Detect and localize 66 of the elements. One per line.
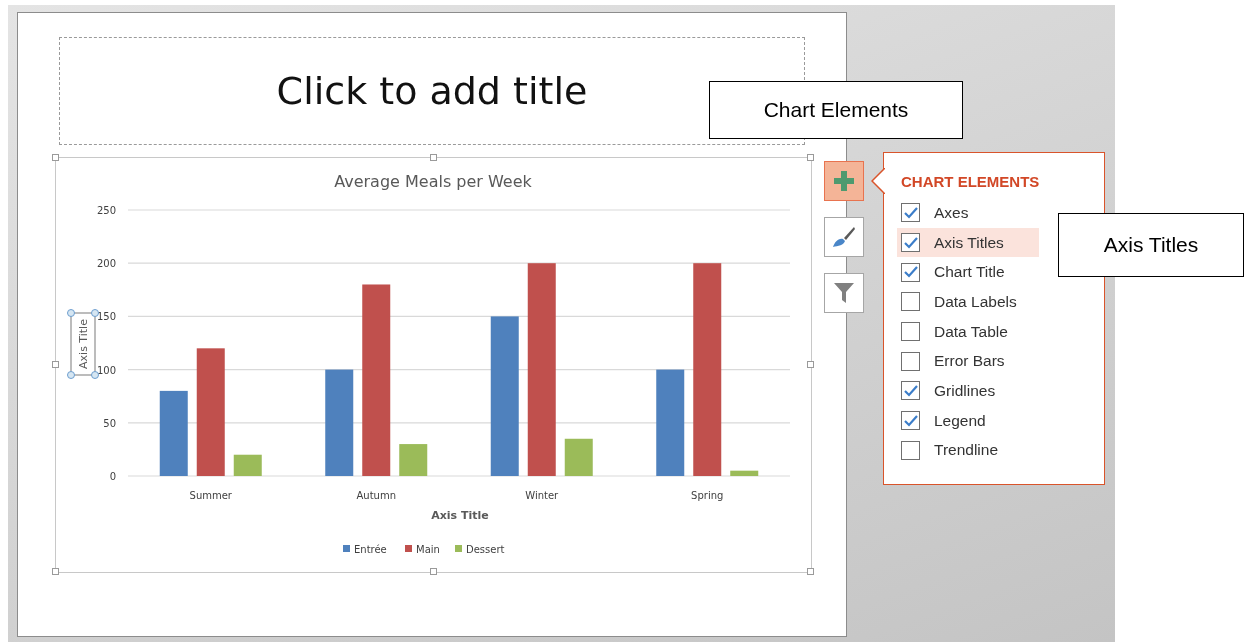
paintbrush-icon <box>832 226 856 248</box>
resize-handle[interactable] <box>807 568 814 575</box>
resize-handle[interactable] <box>52 154 59 161</box>
checkbox[interactable] <box>901 381 920 401</box>
panel-title: CHART ELEMENTS <box>901 173 1041 190</box>
element-option[interactable]: Trendline <box>897 435 1039 466</box>
resize-handle[interactable] <box>429 568 437 575</box>
option-label: Data Labels <box>934 292 1017 311</box>
category-label: Autumn <box>356 490 396 501</box>
legend-label: Entrée <box>354 544 387 555</box>
selection-frame[interactable] <box>67 309 99 379</box>
element-option[interactable]: Data Labels <box>897 287 1039 317</box>
axis-tick-label: 0 <box>109 471 116 482</box>
element-option[interactable]: Data Table <box>897 316 1039 347</box>
category-label: Spring <box>691 490 724 501</box>
axis-tick-label: 200 <box>96 258 116 270</box>
category-label: Summer <box>189 490 232 501</box>
chart-filter-button[interactable] <box>824 273 864 313</box>
x-axis-title: Axis Title <box>431 509 489 522</box>
resize-handle[interactable] <box>807 361 814 368</box>
checkbox[interactable] <box>901 292 920 312</box>
resize-handle[interactable] <box>52 361 59 368</box>
option-label: Gridlines <box>934 381 996 400</box>
checkbox[interactable] <box>901 203 920 223</box>
option-label: Chart Title <box>934 263 1005 282</box>
bar <box>564 438 593 476</box>
chart-title: Average Meals per Week <box>334 172 532 191</box>
option-label: Error Bars <box>934 352 1005 371</box>
checkbox[interactable] <box>901 233 920 253</box>
axis-tick-label: 150 <box>96 311 116 323</box>
bar <box>233 454 262 476</box>
element-option[interactable]: Chart Title <box>897 257 1039 288</box>
resize-handle[interactable] <box>807 154 814 161</box>
axis-tick-label: 100 <box>96 364 116 376</box>
callout-label: Axis Titles <box>1058 213 1244 277</box>
checkbox[interactable] <box>901 411 920 431</box>
element-option[interactable]: Axes <box>897 198 1039 228</box>
element-option[interactable]: Error Bars <box>897 346 1039 377</box>
element-option[interactable]: Axis Titles <box>897 227 1039 258</box>
funnel-icon <box>833 282 855 304</box>
legend-label: Dessert <box>466 544 505 555</box>
bar <box>730 470 759 476</box>
checkbox[interactable] <box>901 440 920 460</box>
checkbox[interactable] <box>901 262 920 282</box>
legend-swatch <box>405 545 412 552</box>
option-label: Legend <box>934 411 986 430</box>
checkbox[interactable] <box>901 322 920 342</box>
option-label: Data Table <box>934 322 1008 341</box>
element-option[interactable]: Legend <box>897 405 1039 436</box>
callout-label: Chart Elements <box>709 81 963 139</box>
resize-handle[interactable] <box>52 568 59 575</box>
chart-style-button[interactable] <box>824 217 864 257</box>
option-label: Trendline <box>934 441 999 460</box>
axis-tick-label: 250 <box>96 205 116 216</box>
axis-tick-label: 50 <box>103 417 116 429</box>
element-option[interactable]: Gridlines <box>897 376 1039 406</box>
option-label: Axes <box>934 203 969 222</box>
resize-handle[interactable] <box>429 154 437 161</box>
legend-swatch <box>343 545 350 552</box>
bar <box>399 444 428 476</box>
option-label: Axis Titles <box>934 233 1004 252</box>
checkbox[interactable] <box>901 351 920 371</box>
plus-icon <box>834 171 854 191</box>
legend-label: Main <box>416 544 440 555</box>
category-label: Winter <box>525 490 559 501</box>
legend-swatch <box>455 545 462 552</box>
